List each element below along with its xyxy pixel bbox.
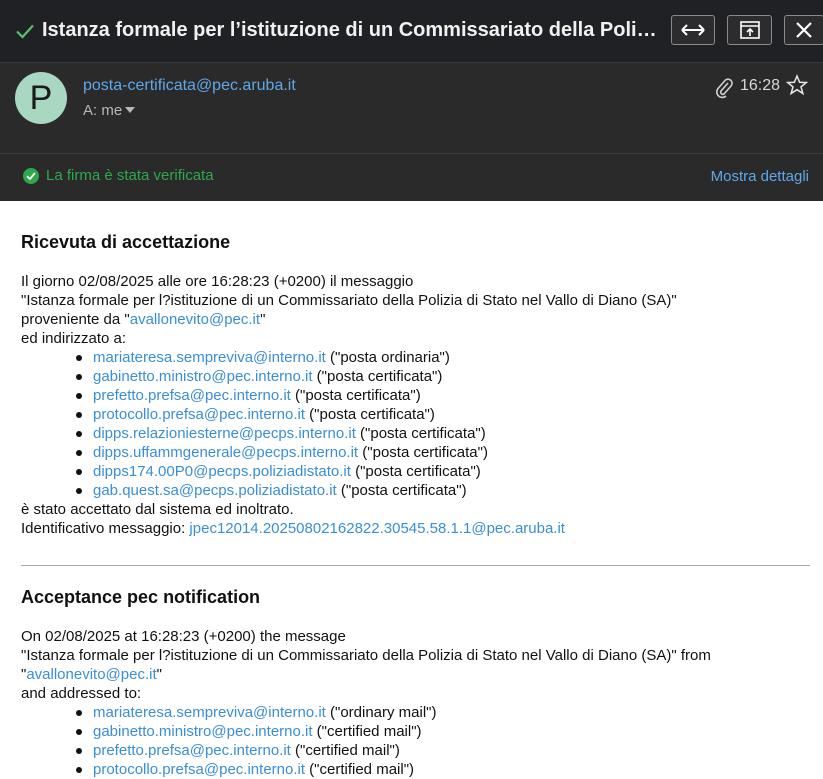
italian-line2: "Istanza formale per l?istituzione di un… <box>21 292 677 309</box>
recipient-email-link[interactable]: mariateresa.sempreviva@interno.it <box>93 349 326 366</box>
recipient-type: ("certified mail") <box>312 723 422 740</box>
window-title: Istanza formale per l’istituzione di un … <box>42 19 657 41</box>
paperclip-icon[interactable] <box>714 77 734 99</box>
message-id-link[interactable]: jpec12014.20250802162822.30545.58.1.1@pe… <box>189 520 565 537</box>
english-recipient-list: mariateresa.sempreviva@interno.it ("ordi… <box>21 703 437 779</box>
sender-address[interactable]: posta-certificata@pec.aruba.it <box>83 77 296 95</box>
recipient-type: ("posta certificata") <box>350 463 481 480</box>
italian-line4: ed indirizzato a: <box>21 330 127 347</box>
text: proveniente da " <box>21 311 130 328</box>
recipient-item: gabinetto.ministro@pec.interno.it ("post… <box>21 367 488 386</box>
sender-email-link[interactable]: avallonevito@pec.it <box>130 311 260 328</box>
english-heading: Acceptance pec notification <box>21 587 261 607</box>
recipient-item: mariateresa.sempreviva@interno.it ("post… <box>21 348 488 367</box>
recipient-email-link[interactable]: gab.quest.sa@pecps.poliziadistato.it <box>93 482 337 499</box>
recipient-email-link[interactable]: dipps.uffammgenerale@pecps.interno.it <box>93 444 358 461</box>
recipient-email-link[interactable]: prefetto.prefsa@pec.interno.it <box>93 387 291 404</box>
italian-line1: Il giorno 02/08/2025 alle ore 16:28:23 (… <box>21 273 414 290</box>
message-header: P posta-certificata@pec.aruba.it A: me 1… <box>0 62 823 201</box>
recipient-type: ("posta certificata") <box>355 425 486 442</box>
recipient-item: dipps.relazioniesterne@pecps.interno.it … <box>21 424 488 443</box>
recipient-email-link[interactable]: gabinetto.ministro@pec.interno.it <box>93 368 313 385</box>
header-divider <box>0 153 823 154</box>
italian-accepted: è stato accettato dal sistema ed inoltra… <box>21 501 294 518</box>
to-label: A: me <box>83 102 123 119</box>
recipient-item: gab.quest.sa@pecps.poliziadistato.it ("p… <box>21 481 488 500</box>
recipient-email-link[interactable]: protocollo.prefsa@pec.interno.it <box>93 406 305 423</box>
english-line4: and addressed to: <box>21 685 142 702</box>
recipient-type: ("ordinary mail") <box>325 704 437 721</box>
recipients-toggle[interactable]: A: me <box>83 102 136 119</box>
italian-heading: Ricevuta di accettazione <box>21 232 231 252</box>
id-label: Identificativo messaggio: <box>21 520 190 537</box>
recipient-item: protocollo.prefsa@pec.interno.it ("certi… <box>21 760 437 779</box>
italian-message-id: Identificativo messaggio: jpec12014.2025… <box>21 519 565 538</box>
english-line1: On 02/08/2025 at 16:28:23 (+0200) the me… <box>21 628 346 645</box>
text: " <box>156 666 162 683</box>
recipient-item: gabinetto.ministro@pec.interno.it ("cert… <box>21 722 437 741</box>
english-line3: "avallonevito@pec.it" <box>21 665 162 684</box>
message-time: 16:28 <box>740 77 781 94</box>
recipient-item: dipps174.00P0@pecps.poliziadistato.it ("… <box>21 462 488 481</box>
recipient-email-link[interactable]: dipps174.00P0@pecps.poliziadistato.it <box>93 463 351 480</box>
expand-button[interactable] <box>671 15 715 45</box>
recipient-type: ("posta certificata") <box>336 482 467 499</box>
recipient-type: ("posta ordinaria") <box>325 349 450 366</box>
verified-icon <box>23 168 39 184</box>
text: " <box>260 311 266 328</box>
sender-email-link[interactable]: avallonevito@pec.it <box>26 666 156 683</box>
section-divider <box>21 565 810 566</box>
recipient-type: ("posta certificata") <box>305 406 435 423</box>
star-icon[interactable] <box>786 74 808 96</box>
recipient-item: mariateresa.sempreviva@interno.it ("ordi… <box>21 703 437 722</box>
recipient-email-link[interactable]: dipps.relazioniesterne@pecps.interno.it <box>93 425 356 442</box>
recipient-email-link[interactable]: gabinetto.ministro@pec.interno.it <box>93 723 313 740</box>
check-icon <box>16 24 34 39</box>
popout-icon <box>739 21 760 39</box>
recipient-item: dipps.uffammgenerale@pecps.interno.it ("… <box>21 443 488 462</box>
recipient-item: protocollo.prefsa@pec.interno.it ("posta… <box>21 405 488 424</box>
recipient-email-link[interactable]: mariateresa.sempreviva@interno.it <box>93 704 326 721</box>
recipient-item: prefetto.prefsa@pec.interno.it ("certifi… <box>21 741 437 760</box>
expand-icon <box>681 24 705 36</box>
caret-down-icon <box>125 107 136 113</box>
recipient-type: ("posta certificata") <box>290 387 421 404</box>
title-bar: Istanza formale per l’istituzione di un … <box>0 0 823 62</box>
italian-recipient-list: mariateresa.sempreviva@interno.it ("post… <box>21 348 488 500</box>
close-button[interactable] <box>784 15 823 45</box>
recipient-item: prefetto.prefsa@pec.interno.it ("posta c… <box>21 386 488 405</box>
italian-line3: proveniente da "avallonevito@pec.it" <box>21 310 265 329</box>
avatar: P <box>15 72 67 124</box>
recipient-type: ("posta certificata") <box>358 444 488 461</box>
show-details-link[interactable]: Mostra dettagli <box>711 168 809 185</box>
recipient-type: ("certified mail") <box>290 742 400 759</box>
popout-button[interactable] <box>727 15 772 45</box>
recipient-email-link[interactable]: prefetto.prefsa@pec.interno.it <box>93 742 291 759</box>
recipient-type: ("certified mail") <box>305 761 415 778</box>
recipient-type: ("posta certificata") <box>312 368 443 385</box>
signature-status: La firma è stata verificata <box>46 167 214 184</box>
close-icon <box>796 22 812 38</box>
english-line2: "Istanza formale per l?istituzione di un… <box>21 647 711 664</box>
recipient-email-link[interactable]: protocollo.prefsa@pec.interno.it <box>93 761 305 778</box>
